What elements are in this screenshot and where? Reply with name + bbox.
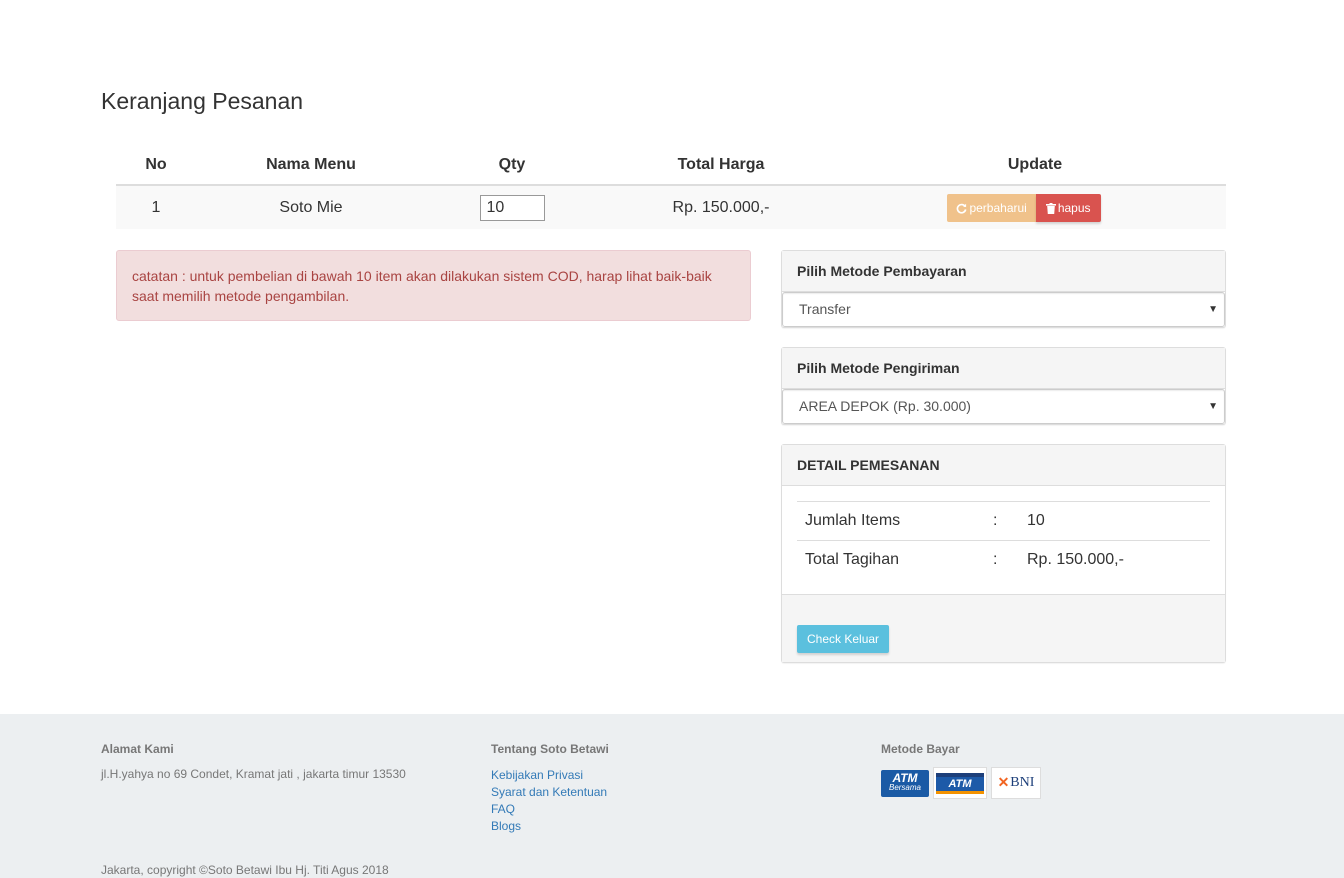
table-row: Total Tagihan : Rp. 150.000,- — [797, 541, 1210, 580]
footer-payment-methods: Metode Bayar ATM Bersama ATM ✕ BNI — [881, 742, 1041, 799]
order-detail-heading: DETAIL PEMESANAN — [782, 445, 1225, 486]
shipping-method-panel: Pilih Metode Pengiriman AREA DEPOK (Rp. … — [781, 347, 1226, 425]
cart-table: No Nama Menu Qty Total Harga Update 1 So… — [116, 146, 1226, 229]
order-detail-table: Jumlah Items : 10 Total Tagihan : Rp. 15… — [797, 501, 1210, 579]
page-title: Keranjang Pesanan — [101, 88, 304, 114]
atm-bersama-logo-subtext: Bersama — [888, 783, 921, 792]
order-detail-panel: DETAIL PEMESANAN Jumlah Items : 10 Total… — [781, 444, 1226, 663]
order-detail-footer: Check Keluar — [782, 594, 1225, 662]
footer-address-text: jl.H.yahya no 69 Condet, Kramat jati , j… — [101, 767, 406, 781]
shipping-method-heading: Pilih Metode Pengiriman — [782, 348, 1225, 389]
atm-logo-stripe — [936, 790, 984, 794]
row-actions: perbaharui hapus — [844, 185, 1226, 229]
chevron-down-icon: ▼ — [1208, 304, 1218, 315]
footer-address-heading: Alamat Kami — [101, 742, 174, 756]
atm-logo: ATM — [933, 767, 987, 799]
row-no: 1 — [116, 185, 196, 229]
cod-alert: catatan : untuk pembelian di bawah 10 it… — [116, 250, 751, 321]
refresh-icon — [957, 203, 967, 214]
bni-logo-mark: ✕ — [997, 775, 1010, 791]
checkout-button[interactable]: Check Keluar — [797, 625, 890, 653]
update-button-label: perbaharui — [969, 200, 1027, 215]
chevron-down-icon: ▼ — [1208, 401, 1218, 412]
shipping-method-value: AREA DEPOK (Rp. 30.000) — [799, 398, 971, 414]
payment-method-select[interactable]: Transfer ▼ — [782, 292, 1225, 327]
detail-separator: : — [993, 551, 998, 568]
footer: Alamat Kami jl.H.yahya no 69 Condet, Kra… — [0, 714, 1344, 878]
payment-logos: ATM Bersama ATM ✕ BNI — [881, 767, 1041, 799]
trash-icon — [1045, 202, 1056, 214]
header-total-price: Total Harga — [598, 146, 844, 186]
header-qty: Qty — [426, 146, 598, 186]
footer-payment-heading: Metode Bayar — [881, 742, 960, 756]
payment-method-heading: Pilih Metode Pembayaran — [782, 251, 1225, 292]
atm-logo-text: ATM — [936, 776, 984, 791]
faq-link[interactable]: FAQ — [491, 801, 609, 818]
table-row: 1 Soto Mie Rp. 150.000,- perbaharui hapus — [116, 185, 1226, 229]
payment-method-panel: Pilih Metode Pembayaran Transfer ▼ — [781, 250, 1226, 328]
header-update: Update — [844, 146, 1226, 186]
header-menu-name: Nama Menu — [196, 146, 426, 186]
copyright-text: Jakarta, copyright ©Soto Betawi Ibu Hj. … — [101, 863, 389, 877]
bni-logo-text: BNI — [1010, 775, 1035, 790]
delete-button-label: hapus — [1057, 200, 1091, 215]
terms-link[interactable]: Syarat dan Ketentuan — [491, 784, 609, 801]
header-no: No — [116, 146, 196, 186]
shipping-method-select[interactable]: AREA DEPOK (Rp. 30.000) ▼ — [782, 389, 1225, 424]
qty-cell — [426, 185, 598, 229]
privacy-policy-link[interactable]: Kebijakan Privasi — [491, 767, 609, 784]
detail-separator: : — [985, 501, 1019, 541]
bni-logo: ✕ BNI — [991, 767, 1041, 799]
cart-header-row: No Nama Menu Qty Total Harga Update — [116, 146, 1226, 186]
footer-address: Alamat Kami jl.H.yahya no 69 Condet, Kra… — [101, 742, 406, 781]
payment-method-value: Transfer — [799, 301, 851, 317]
detail-label: Total Tagihan — [805, 551, 899, 568]
footer-about: Tentang Soto Betawi Kebijakan Privasi Sy… — [491, 742, 609, 835]
row-menu-name: Soto Mie — [196, 185, 426, 229]
update-button[interactable]: perbaharui — [947, 193, 1036, 222]
blogs-link[interactable]: Blogs — [491, 818, 609, 835]
table-row: Jumlah Items : 10 — [797, 501, 1210, 541]
detail-value: 10 — [1019, 501, 1210, 541]
footer-about-heading: Tentang Soto Betawi — [491, 742, 609, 756]
atm-bersama-logo: ATM Bersama — [881, 769, 929, 797]
atm-bersama-logo-text: ATM — [892, 771, 918, 785]
row-total-price: Rp. 150.000,- — [598, 185, 844, 229]
detail-value: Rp. 150.000,- — [1027, 551, 1124, 568]
qty-input[interactable] — [479, 194, 545, 221]
delete-button[interactable]: hapus — [1035, 193, 1101, 222]
order-detail-body: Jumlah Items : 10 Total Tagihan : Rp. 15… — [782, 486, 1225, 594]
detail-label: Jumlah Items — [797, 501, 985, 541]
